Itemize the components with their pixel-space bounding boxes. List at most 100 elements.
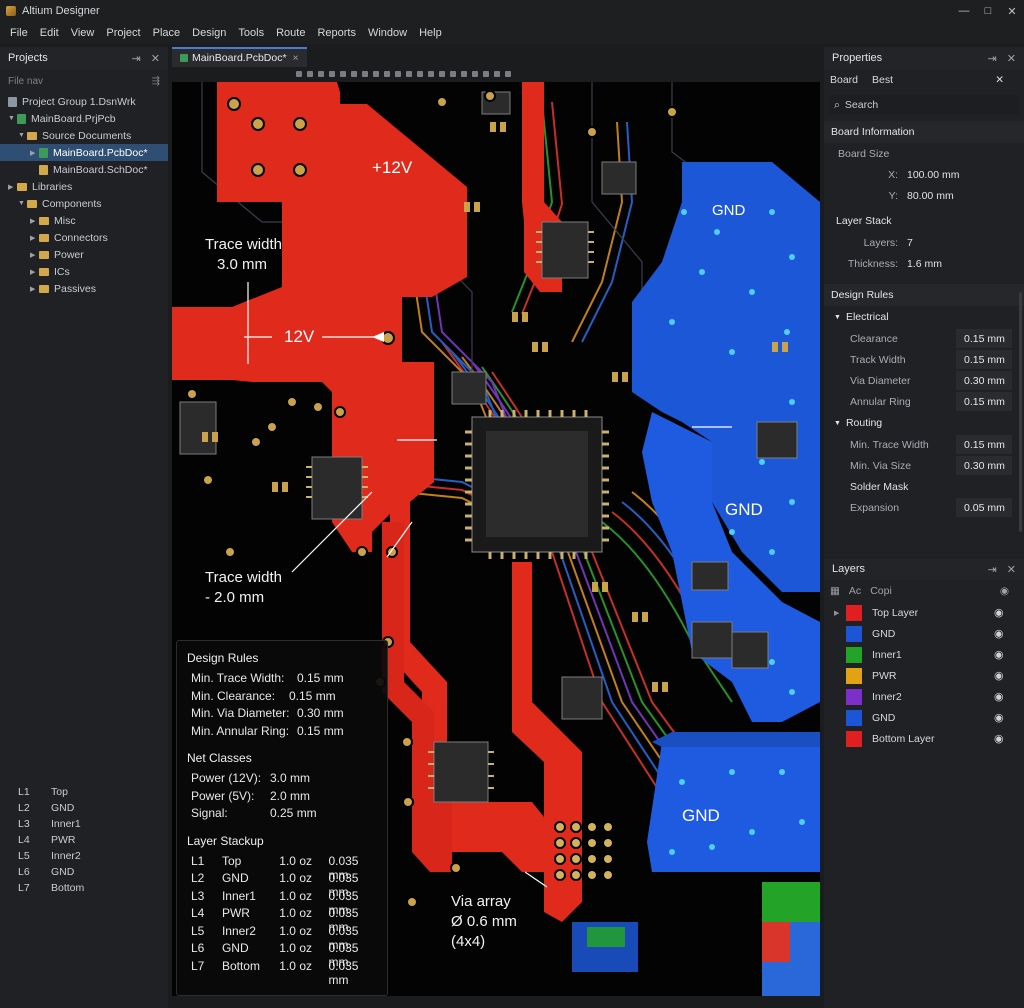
grid-tool-icon[interactable] bbox=[472, 71, 478, 77]
menu-view[interactable]: View bbox=[65, 27, 101, 39]
filter-options-icon[interactable]: ⇶ bbox=[152, 76, 160, 87]
layer-row-inner1[interactable]: Inner1 ◉ bbox=[824, 644, 1024, 665]
close-panel-icon[interactable]: ✕ bbox=[151, 52, 160, 65]
align-tool-icon[interactable] bbox=[329, 71, 335, 77]
route-tool-icon[interactable] bbox=[340, 71, 346, 77]
eye-icon[interactable]: ◉ bbox=[994, 690, 1008, 703]
tree-item-connectors[interactable]: ▶ Connectors bbox=[0, 229, 168, 246]
layer-color-swatch[interactable] bbox=[846, 625, 862, 642]
layer-color-swatch[interactable] bbox=[846, 667, 862, 684]
layer-row-gnd[interactable]: GND ◉ bbox=[824, 623, 1024, 644]
layers-tool-icon[interactable] bbox=[505, 71, 511, 77]
menu-edit[interactable]: Edit bbox=[34, 27, 65, 39]
text-tool-icon[interactable] bbox=[406, 71, 412, 77]
filter-tool-icon[interactable] bbox=[307, 71, 313, 77]
pcb-canvas[interactable]: +12V 12V GND GND GND Trace width 3.0 mm … bbox=[172, 82, 820, 996]
section-board-information[interactable]: Board Information bbox=[824, 121, 1024, 143]
rule-value-field[interactable]: 0.30 mm bbox=[956, 371, 1012, 390]
snap-tool-icon[interactable] bbox=[461, 71, 467, 77]
visibility-toggle-icon[interactable]: ◉ bbox=[1000, 585, 1009, 597]
pin-icon[interactable]: ⇥ bbox=[988, 52, 997, 65]
dimension-tool-icon[interactable] bbox=[428, 71, 434, 77]
fill-tool-icon[interactable] bbox=[395, 71, 401, 77]
polygon-tool-icon[interactable] bbox=[384, 71, 390, 77]
layer-color-swatch[interactable] bbox=[846, 709, 862, 726]
menu-reports[interactable]: Reports bbox=[311, 27, 362, 39]
menu-route[interactable]: Route bbox=[270, 27, 311, 39]
close-tab-icon[interactable]: × bbox=[293, 52, 299, 64]
menu-help[interactable]: Help bbox=[413, 27, 448, 39]
section-design-rules[interactable]: Design Rules bbox=[824, 284, 1024, 306]
layer-row-pwr[interactable]: PWR ◉ bbox=[824, 665, 1024, 686]
close-panel-icon[interactable]: ✕ bbox=[1007, 563, 1016, 576]
tab-board[interactable]: Board bbox=[830, 74, 858, 86]
menu-window[interactable]: Window bbox=[362, 27, 413, 39]
layer-grid-icon[interactable]: ▦ bbox=[830, 585, 840, 597]
tab-ac[interactable]: Ac bbox=[849, 585, 861, 597]
tab-copi[interactable]: Copi bbox=[870, 585, 892, 597]
close-icon[interactable]: ✕ bbox=[1000, 0, 1024, 22]
menu-place[interactable]: Place bbox=[147, 27, 187, 39]
eye-icon[interactable]: ◉ bbox=[994, 669, 1008, 682]
pad-tool-icon[interactable] bbox=[373, 71, 379, 77]
menu-file[interactable]: File bbox=[4, 27, 34, 39]
line-tool-icon[interactable] bbox=[417, 71, 423, 77]
tab-best[interactable]: Best bbox=[872, 74, 893, 86]
maximize-icon[interactable]: □ bbox=[976, 0, 1000, 22]
collapse-arrow-icon[interactable]: ▼ bbox=[834, 420, 841, 427]
menu-design[interactable]: Design bbox=[186, 27, 232, 39]
eye-icon[interactable]: ◉ bbox=[994, 648, 1008, 661]
project-filter-input[interactable]: File nav ⇶ bbox=[4, 71, 164, 91]
pin-icon[interactable]: ⇥ bbox=[132, 52, 141, 65]
tree-item-passives[interactable]: ▶ Passives bbox=[0, 280, 168, 297]
pin-icon[interactable]: ⇥ bbox=[988, 563, 997, 576]
tab-mainboard-pcbdoc[interactable]: MainBoard.PcbDoc* × bbox=[172, 47, 307, 67]
drc-tool-icon[interactable] bbox=[494, 71, 500, 77]
tree-item-components[interactable]: ▼ Components bbox=[0, 195, 168, 212]
eye-icon[interactable]: ◉ bbox=[994, 732, 1008, 745]
select-tool-icon[interactable] bbox=[296, 71, 302, 77]
minimize-icon[interactable]: — bbox=[952, 0, 976, 22]
rule-value-field[interactable]: 0.15 mm bbox=[956, 392, 1012, 411]
tree-item-sch-doc[interactable]: MainBoard.SchDoc* bbox=[0, 161, 168, 178]
subsection-electrical[interactable]: ▼ Electrical bbox=[824, 306, 1024, 328]
expand-arrow-icon[interactable]: ▼ bbox=[18, 200, 27, 207]
close-panel-icon[interactable]: ✕ bbox=[1007, 52, 1016, 65]
layer-color-swatch[interactable] bbox=[846, 604, 862, 621]
properties-search-input[interactable]: ⌕ Search bbox=[830, 95, 1018, 115]
rule-value-field[interactable]: 0.15 mm bbox=[956, 329, 1012, 348]
tree-item-misc[interactable]: ▶ Misc bbox=[0, 212, 168, 229]
expand-arrow-icon[interactable]: ▶ bbox=[30, 251, 39, 259]
expand-arrow-icon[interactable]: ▶ bbox=[30, 234, 39, 242]
expand-arrow-icon[interactable]: ▶ bbox=[8, 183, 17, 191]
eye-icon[interactable]: ◉ bbox=[994, 711, 1008, 724]
layer-row-bottom[interactable]: Bottom Layer ◉ bbox=[824, 728, 1024, 749]
diff-pair-tool-icon[interactable] bbox=[351, 71, 357, 77]
clear-filter-icon[interactable]: ✕ bbox=[995, 74, 1004, 86]
menu-tools[interactable]: Tools bbox=[232, 27, 270, 39]
subsection-routing[interactable]: ▼ Routing bbox=[824, 412, 1024, 434]
move-tool-icon[interactable] bbox=[318, 71, 324, 77]
collapse-arrow-icon[interactable]: ▼ bbox=[834, 314, 841, 321]
eye-icon[interactable]: ◉ bbox=[994, 606, 1008, 619]
layer-row-inner2[interactable]: Inner2 ◉ bbox=[824, 686, 1024, 707]
eye-icon[interactable]: ◉ bbox=[994, 627, 1008, 640]
expand-arrow-icon[interactable]: ▶ bbox=[30, 268, 39, 276]
layer-color-swatch[interactable] bbox=[846, 646, 862, 663]
rule-value-field[interactable]: 0.15 mm bbox=[956, 350, 1012, 369]
layer-color-swatch[interactable] bbox=[846, 688, 862, 705]
menu-project[interactable]: Project bbox=[100, 27, 146, 39]
via-tool-icon[interactable] bbox=[362, 71, 368, 77]
layer-color-swatch[interactable] bbox=[846, 730, 862, 747]
properties-scrollbar[interactable] bbox=[1019, 292, 1022, 532]
section-layer-stack[interactable]: Layer Stack bbox=[824, 210, 1024, 232]
layer-row-gnd-2[interactable]: GND ◉ bbox=[824, 707, 1024, 728]
expand-arrow-icon[interactable]: ▶ bbox=[30, 217, 39, 225]
rule-value-field[interactable]: 0.15 mm bbox=[956, 435, 1012, 454]
tree-item-libraries[interactable]: ▶ Libraries bbox=[0, 178, 168, 195]
component-tool-icon[interactable] bbox=[439, 71, 445, 77]
rule-value-field[interactable]: 0.30 mm bbox=[956, 456, 1012, 475]
tree-item-power[interactable]: ▶ Power bbox=[0, 246, 168, 263]
expand-arrow-icon[interactable]: ▶ bbox=[30, 285, 39, 293]
expand-arrow-icon[interactable]: ▼ bbox=[18, 132, 27, 139]
